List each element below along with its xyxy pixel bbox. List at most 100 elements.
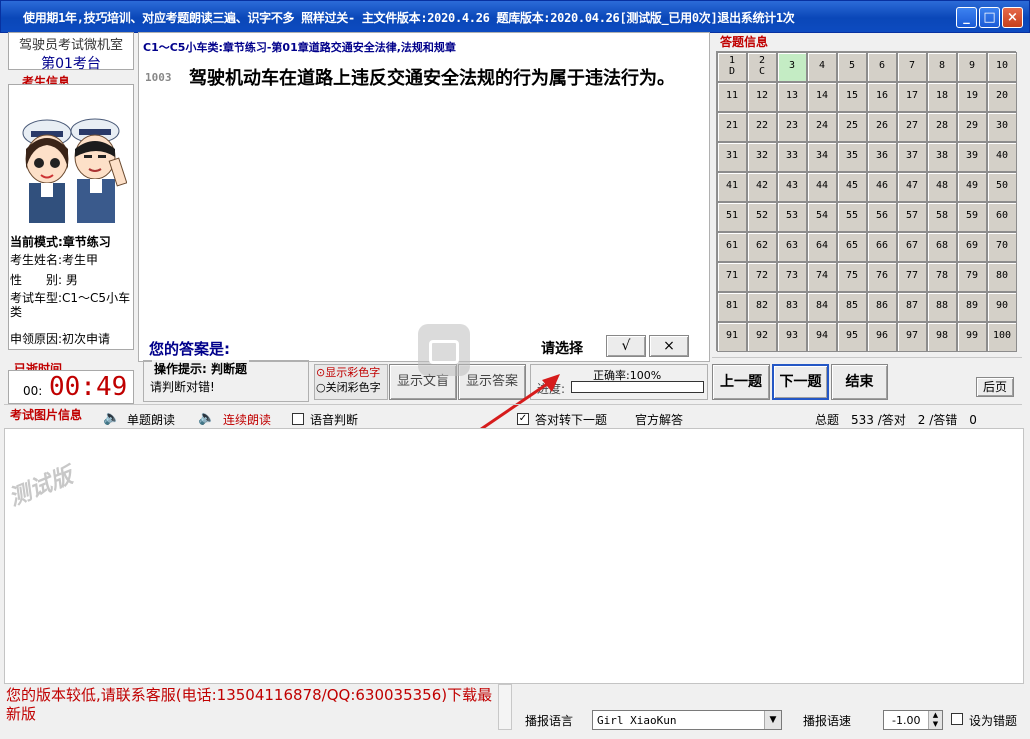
answer-cell[interactable]: 56 [867, 202, 897, 232]
answer-cell[interactable]: 17 [897, 82, 927, 112]
answer-cell[interactable]: 60 [987, 202, 1017, 232]
answer-cell[interactable]: 93 [777, 322, 807, 352]
official-answer-button[interactable]: 官方解答 [635, 411, 683, 428]
answer-cell[interactable]: 74 [807, 262, 837, 292]
answer-cell[interactable]: 10 [987, 52, 1017, 82]
read-single-button[interactable]: 单题朗读 [127, 411, 175, 428]
answer-cell[interactable]: 34 [807, 142, 837, 172]
answer-cell[interactable]: 50 [987, 172, 1017, 202]
answer-cell[interactable]: 55 [837, 202, 867, 232]
answer-cell[interactable]: 61 [717, 232, 747, 262]
answer-cell[interactable]: 97 [897, 322, 927, 352]
answer-cell[interactable]: 66 [867, 232, 897, 262]
answer-cell[interactable]: 92 [747, 322, 777, 352]
answer-cell[interactable]: 39 [957, 142, 987, 172]
answer-cell[interactable]: 80 [987, 262, 1017, 292]
answer-cell[interactable]: 57 [897, 202, 927, 232]
answer-cell[interactable]: 4 [807, 52, 837, 82]
auto-next-checkbox[interactable]: ✓ [517, 413, 529, 425]
answer-cell[interactable]: 38 [927, 142, 957, 172]
answer-cell[interactable]: 30 [987, 112, 1017, 142]
read-continuous-button[interactable]: 连续朗读 [223, 411, 271, 428]
answer-cell[interactable]: 40 [987, 142, 1017, 172]
answer-cell[interactable]: 71 [717, 262, 747, 292]
answer-cell[interactable]: 87 [897, 292, 927, 322]
answer-cell[interactable]: 15 [837, 82, 867, 112]
answer-cell[interactable]: 59 [957, 202, 987, 232]
answer-cell[interactable]: 12 [747, 82, 777, 112]
answer-cell[interactable]: 52 [747, 202, 777, 232]
chevron-down-icon[interactable]: ▼ [764, 711, 781, 729]
true-button[interactable]: √ [606, 335, 646, 357]
voice-judge-checkbox[interactable] [292, 413, 304, 425]
answer-cell[interactable]: 21 [717, 112, 747, 142]
answer-cell[interactable]: 32 [747, 142, 777, 172]
next-question-button[interactable]: 下一题 [772, 364, 829, 400]
answer-cell[interactable]: 19 [957, 82, 987, 112]
answer-cell[interactable]: 81 [717, 292, 747, 322]
answer-cell[interactable]: 46 [867, 172, 897, 202]
answer-cell[interactable]: 22 [747, 112, 777, 142]
answer-cell[interactable]: 41 [717, 172, 747, 202]
answer-cell[interactable]: 29 [957, 112, 987, 142]
answer-cell[interactable]: 45 [837, 172, 867, 202]
answer-cell[interactable]: 82 [747, 292, 777, 322]
answer-cell[interactable]: 98 [927, 322, 957, 352]
answer-cell[interactable]: 23 [777, 112, 807, 142]
answer-cell[interactable]: 14 [807, 82, 837, 112]
mark-wrong-checkbox[interactable] [951, 713, 963, 725]
answer-cell[interactable]: 5 [837, 52, 867, 82]
answer-cell[interactable]: 43 [777, 172, 807, 202]
answer-cell[interactable]: 86 [867, 292, 897, 322]
answer-cell[interactable]: 100 [987, 322, 1017, 352]
answer-cell[interactable]: 77 [897, 262, 927, 292]
answer-cell[interactable]: 78 [927, 262, 957, 292]
answer-cell[interactable]: 99 [957, 322, 987, 352]
answer-cell[interactable]: 91 [717, 322, 747, 352]
answer-cell[interactable]: 36 [867, 142, 897, 172]
answer-cell[interactable]: 6 [867, 52, 897, 82]
answer-cell[interactable]: 26 [867, 112, 897, 142]
close-button[interactable]: × [1002, 7, 1023, 28]
language-select[interactable]: Girl XiaoKun ▼ [592, 710, 782, 730]
answer-cell[interactable]: 44 [807, 172, 837, 202]
answer-cell[interactable]: 3 [777, 52, 807, 82]
speaker-icon[interactable]: 🔈 [103, 410, 120, 426]
prev-question-button[interactable]: 上一题 [712, 364, 770, 400]
false-button[interactable]: × [649, 335, 689, 357]
answer-cell[interactable]: 16 [867, 82, 897, 112]
answer-cell[interactable]: 53 [777, 202, 807, 232]
answer-cell[interactable]: 9 [957, 52, 987, 82]
answer-cell[interactable]: 54 [807, 202, 837, 232]
end-button[interactable]: 结束 [831, 364, 888, 400]
answer-cell[interactable]: 1 D [717, 52, 747, 82]
answer-cell[interactable]: 72 [747, 262, 777, 292]
answer-cell[interactable]: 48 [927, 172, 957, 202]
answer-cell[interactable]: 18 [927, 82, 957, 112]
answer-cell[interactable]: 69 [957, 232, 987, 262]
answer-cell[interactable]: 89 [957, 292, 987, 322]
answer-cell[interactable]: 76 [867, 262, 897, 292]
answer-cell[interactable]: 94 [807, 322, 837, 352]
notice-scrollbar[interactable] [498, 684, 512, 730]
answer-cell[interactable]: 95 [837, 322, 867, 352]
color-on-radio[interactable]: ⊙显示彩色字 [316, 365, 387, 380]
answer-cell[interactable]: 70 [987, 232, 1017, 262]
answer-cell[interactable]: 31 [717, 142, 747, 172]
minimize-button[interactable]: _ [956, 7, 977, 28]
answer-cell[interactable]: 65 [837, 232, 867, 262]
answer-cell[interactable]: 49 [957, 172, 987, 202]
answer-cell[interactable]: 11 [717, 82, 747, 112]
speaker-icon[interactable]: 🔈 [198, 410, 215, 426]
answer-cell[interactable]: 35 [837, 142, 867, 172]
color-off-radio[interactable]: ○关闭彩色字 [316, 380, 387, 395]
answer-cell[interactable]: 85 [837, 292, 867, 322]
answer-cell[interactable]: 58 [927, 202, 957, 232]
speed-stepper[interactable]: -1.00 ▲ ▼ [883, 710, 943, 730]
answer-cell[interactable]: 62 [747, 232, 777, 262]
answer-cell[interactable]: 79 [957, 262, 987, 292]
answer-cell[interactable]: 75 [837, 262, 867, 292]
stepper-arrows-icon[interactable]: ▲ ▼ [928, 711, 942, 729]
answer-cell[interactable]: 42 [747, 172, 777, 202]
answer-cell[interactable]: 90 [987, 292, 1017, 322]
